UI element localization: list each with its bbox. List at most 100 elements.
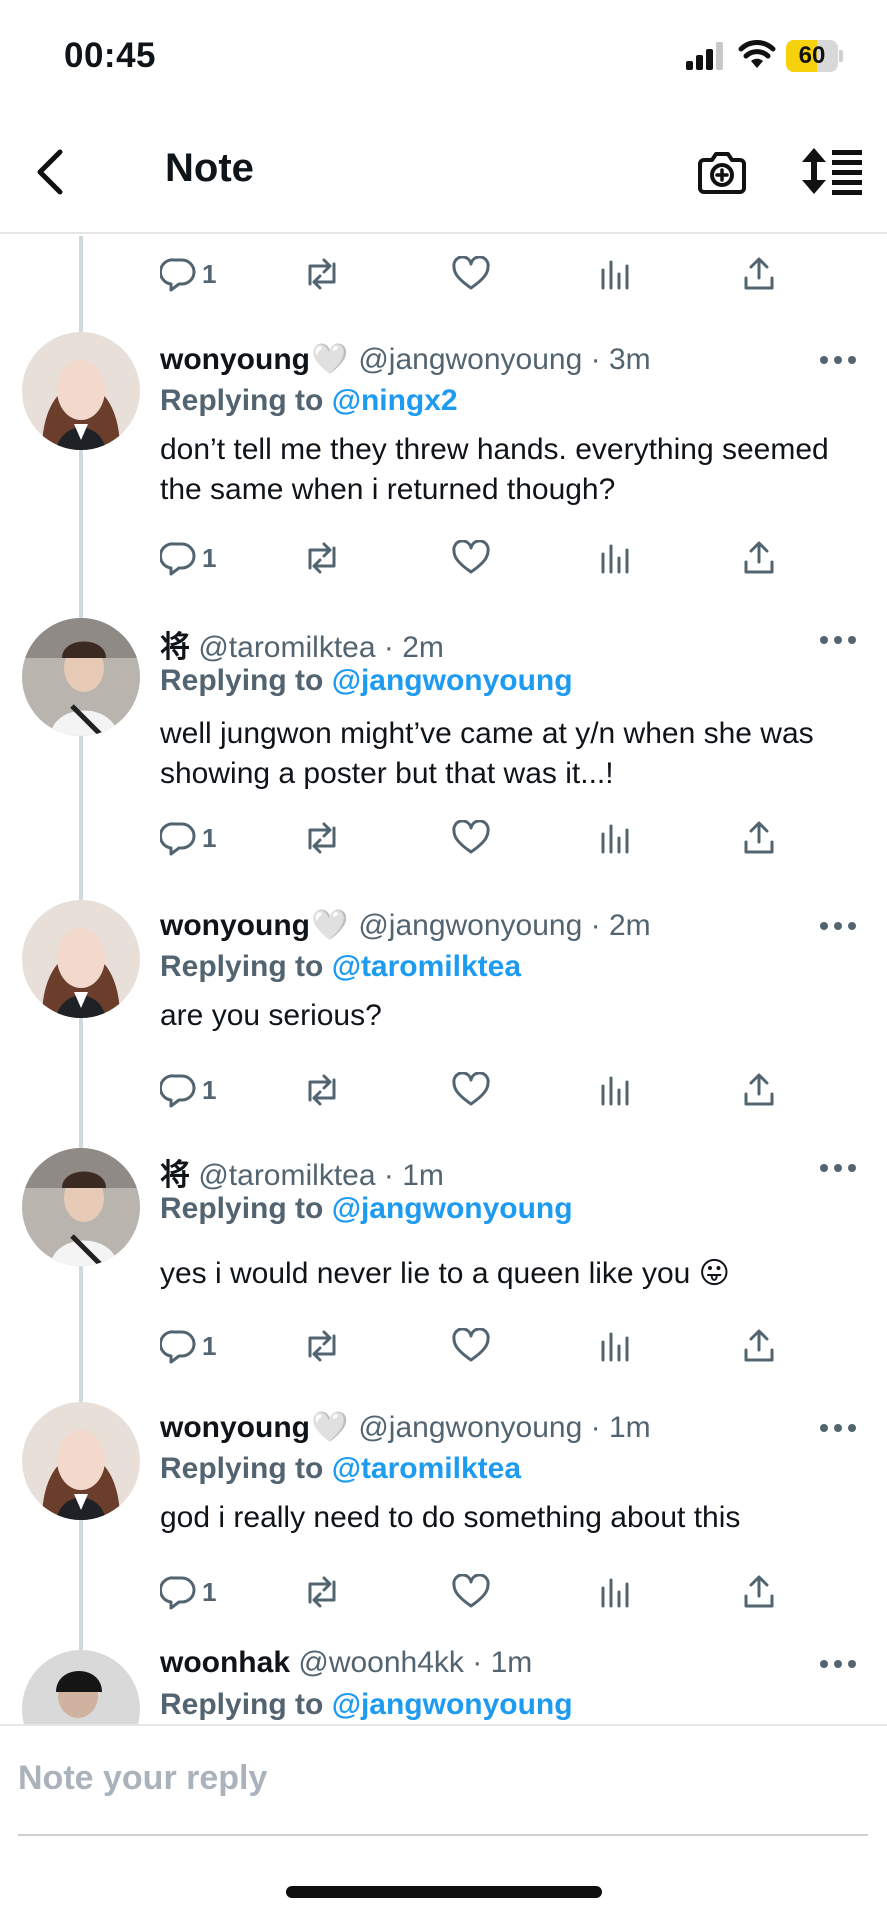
mention-link[interactable]: @ningx2 — [332, 384, 458, 417]
views-action[interactable] — [600, 816, 632, 860]
mention-link[interactable]: @taromilktea — [332, 950, 521, 983]
reply-action[interactable]: 1 — [160, 816, 216, 860]
avatar[interactable] — [22, 1148, 140, 1266]
repost-icon — [308, 822, 336, 854]
white-heart-badge: 🤍 — [310, 343, 349, 376]
post-header: wonyoung🤍 @jangwonyoung · 3m — [160, 342, 651, 377]
back-arrow-icon[interactable] — [28, 144, 72, 200]
avatar[interactable] — [22, 1650, 140, 1724]
mention-link[interactable]: @jangwonyoung — [332, 1192, 573, 1225]
reply-count: 1 — [202, 1074, 217, 1105]
avatar[interactable] — [22, 900, 140, 1018]
author-handle[interactable]: @taromilktea — [198, 631, 375, 664]
replying-to-line: Replying to @jangwonyoung — [160, 1192, 573, 1226]
author-name[interactable]: wonyoung — [160, 343, 310, 376]
reply-input[interactable] — [18, 1748, 858, 1808]
author-handle[interactable]: @jangwonyoung — [358, 343, 582, 376]
repost-action[interactable] — [302, 816, 342, 860]
replying-to-label: Replying to — [160, 384, 324, 417]
post-time: · 3m — [590, 343, 651, 376]
share-action[interactable] — [742, 816, 776, 860]
post-header: 将 @taromilktea · 1m — [160, 1150, 444, 1194]
more-options-icon[interactable] — [818, 1420, 858, 1436]
author-name[interactable]: 将 — [160, 631, 190, 664]
more-options-icon[interactable] — [818, 1160, 858, 1176]
post-action-bar: 1 — [0, 1570, 887, 1614]
replying-to-label: Replying to — [160, 1192, 324, 1225]
post-text: yes i would never lie to a queen like yo… — [160, 1257, 730, 1290]
battery-icon: 60 — [786, 40, 844, 72]
home-indicator[interactable] — [286, 1886, 602, 1898]
avatar[interactable] — [22, 332, 140, 450]
post-text: well jungwon might’ve came at y/n when s… — [160, 717, 814, 790]
heart-icon — [452, 540, 490, 574]
views-action[interactable] — [600, 252, 632, 296]
reply-composer — [0, 1724, 887, 1836]
sort-order-icon[interactable] — [800, 146, 864, 196]
more-options-icon[interactable] — [818, 918, 858, 934]
author-name[interactable]: wonyoung — [160, 1411, 310, 1444]
like-action[interactable] — [452, 252, 490, 296]
views-chart-icon — [601, 1332, 629, 1362]
mention-link[interactable]: @taromilktea — [332, 1452, 521, 1485]
views-chart-icon — [601, 1578, 629, 1608]
avatar[interactable] — [22, 618, 140, 736]
like-action[interactable] — [452, 1068, 490, 1112]
more-options-icon[interactable] — [818, 1656, 858, 1672]
post-action-bar: 1 — [0, 816, 887, 860]
share-icon — [744, 1329, 774, 1362]
share-action[interactable] — [742, 252, 776, 296]
views-action[interactable] — [600, 1068, 632, 1112]
post-time: · 2m — [590, 909, 651, 942]
reply-action[interactable]: 1 — [160, 1068, 216, 1112]
heart-icon — [452, 256, 490, 290]
repost-action[interactable] — [302, 1324, 342, 1368]
reply-action[interactable]: 1 — [160, 1570, 216, 1614]
mention-link[interactable]: @jangwonyoung — [332, 664, 573, 697]
post-header: wonyoung🤍 @jangwonyoung · 2m — [160, 908, 651, 943]
repost-action[interactable] — [302, 1068, 342, 1112]
avatar[interactable] — [22, 1402, 140, 1520]
reply-count: 1 — [202, 1576, 217, 1607]
like-action[interactable] — [452, 536, 490, 580]
more-options-icon[interactable] — [818, 352, 858, 368]
replying-to-label: Replying to — [160, 664, 324, 697]
author-handle[interactable]: @jangwonyoung — [358, 1411, 582, 1444]
author-handle[interactable]: @woonh4kk — [298, 1646, 464, 1679]
repost-action[interactable] — [302, 252, 342, 296]
post-text: don’t tell me they threw hands. everythi… — [160, 433, 829, 506]
top-nav-bar: Note — [0, 110, 887, 234]
share-action[interactable] — [742, 1324, 776, 1368]
author-name[interactable]: 将 — [160, 1159, 190, 1192]
views-action[interactable] — [600, 1324, 632, 1368]
camera-add-icon[interactable] — [696, 146, 748, 196]
heart-icon — [452, 820, 490, 854]
mention-link[interactable]: @jangwonyoung — [332, 1688, 573, 1721]
post-time: · 1m — [383, 1159, 444, 1192]
share-action[interactable] — [742, 1068, 776, 1112]
reply-icon — [160, 1330, 196, 1364]
post-time: · 2m — [383, 631, 444, 664]
author-name[interactable]: woonhak — [160, 1646, 290, 1679]
like-action[interactable] — [452, 1324, 490, 1368]
like-action[interactable] — [452, 1570, 490, 1614]
repost-action[interactable] — [302, 536, 342, 580]
reply-thread[interactable]: 1 wonyoung🤍 @jangwonyoung · 3m Replying … — [0, 236, 887, 1724]
repost-action[interactable] — [302, 1570, 342, 1614]
repost-icon — [308, 542, 336, 574]
author-name[interactable]: wonyoung — [160, 909, 310, 942]
replying-to-line: Replying to @ningx2 — [160, 384, 458, 418]
like-action[interactable] — [452, 816, 490, 860]
views-action[interactable] — [600, 1570, 632, 1614]
reply-count: 1 — [202, 258, 217, 289]
reply-action[interactable]: 1 — [160, 252, 216, 296]
share-action[interactable] — [742, 536, 776, 580]
reply-action[interactable]: 1 — [160, 1324, 216, 1368]
author-handle[interactable]: @taromilktea — [198, 1159, 375, 1192]
more-options-icon[interactable] — [818, 632, 858, 648]
reply-action[interactable]: 1 — [160, 536, 216, 580]
share-action[interactable] — [742, 1570, 776, 1614]
views-action[interactable] — [600, 536, 632, 580]
share-icon — [744, 821, 774, 854]
author-handle[interactable]: @jangwonyoung — [358, 909, 582, 942]
